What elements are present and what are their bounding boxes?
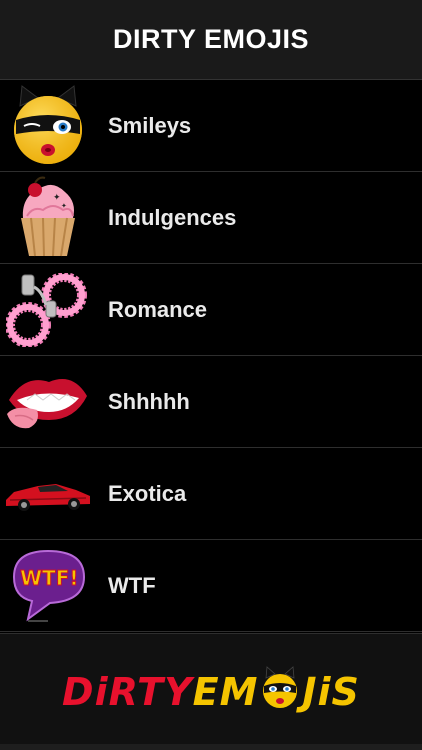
fluffy-handcuffs-icon <box>0 264 96 356</box>
svg-text:✦: ✦ <box>61 202 67 210</box>
category-label: WTF <box>108 572 156 598</box>
lips-tongue-icon <box>0 356 96 448</box>
category-row-exotica[interactable]: Exotica <box>0 448 422 540</box>
category-label: Indulgences <box>108 204 237 230</box>
svg-text:✦: ✦ <box>53 193 61 203</box>
wtf-speech-bubble-icon: WTF! <box>0 540 96 632</box>
category-label: Smileys <box>108 112 192 138</box>
category-row-indulgences[interactable]: ✦ ✦ Indulgences <box>0 172 422 264</box>
masked-face-logo-icon <box>260 665 300 719</box>
brand-logo: DiRTY EM JiS <box>62 665 360 719</box>
category-label: Shhhhh <box>108 388 190 414</box>
category-row-shhhhh[interactable]: Shhhhh <box>0 356 422 448</box>
brand-footer: DiRTY EM JiS <box>0 633 422 750</box>
category-row-romance[interactable]: Romance <box>0 264 422 356</box>
logo-text-em: EM <box>192 670 259 714</box>
logo-text-dirty: DiRTY <box>62 670 193 714</box>
category-row-wtf[interactable]: WTF! WTF <box>0 540 422 632</box>
category-row-smileys[interactable]: Smileys <box>0 80 422 172</box>
cupcake-icon: ✦ ✦ <box>0 172 96 264</box>
red-sports-car-icon <box>0 448 96 540</box>
category-label: Romance <box>108 296 208 322</box>
app-header: DIRTY EMOJIS <box>0 0 422 80</box>
winking-cat-mask-face-icon <box>0 80 96 172</box>
svg-text:WTF!: WTF! <box>20 566 79 590</box>
logo-text-jis: JiS <box>302 670 360 714</box>
category-label: Exotica <box>108 480 187 506</box>
category-list: Smileys ✦ ✦ Indulgences Romance Shhhhh E… <box>0 80 422 632</box>
bottom-edge-bar <box>0 744 422 750</box>
page-title: DIRTY EMOJIS <box>112 24 310 54</box>
